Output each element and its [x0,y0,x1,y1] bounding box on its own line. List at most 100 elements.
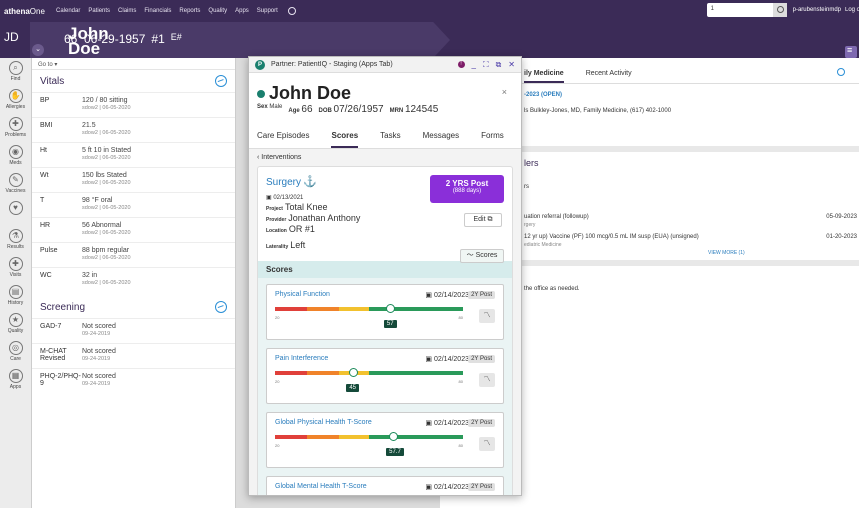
tab-recent-activity[interactable]: Recent Activity [586,66,632,83]
encounter-open[interactable]: -2023 (OPEN) [524,92,562,98]
collapse-chevron-icon[interactable]: ⌄ [32,44,44,56]
scores-button[interactable]: 〜 Scores [460,249,504,263]
chart-icon[interactable]: 〽 [479,437,495,451]
modal-patient: John Doe Sex Male Age 66 DOB 07/26/1957 … [249,73,521,123]
rail-item-quality[interactable]: ★ Quality [0,310,31,338]
score-marker [348,368,358,377]
rail-item-apps[interactable]: ▦ Apps [0,366,31,394]
vitals-value: 98 °F oral [82,197,113,204]
order-item[interactable]: uation referral (followup) [524,214,589,220]
hand-icon: ✋ [8,89,23,103]
gear-icon[interactable] [287,7,296,15]
vitals-title: Vitals [40,75,65,87]
order-date: 01-20-2023 [826,234,857,240]
vitals-source: sdow2 | 06-05-2020 [82,280,131,286]
rail-item-problems[interactable]: ✚ Problems [0,114,31,142]
vitals-row[interactable]: Wt 150 lbs Stated sdow2 | 06-05-2020 [32,167,235,192]
tab-messages[interactable]: Messages [423,131,459,140]
vitals-list: BP 120 / 80 sitting sdow2 | 06-05-2020 BMI 2… [32,92,235,292]
rail-item-find[interactable]: ⌕ Find [0,58,31,86]
modal-body: ‹ Interventions Surgery ⚓ 2 YRS Post (888… [249,149,521,495]
rail-label: Vaccines [5,188,26,194]
vitals-row[interactable]: WC 32 in sdow2 | 06-05-2020 [32,267,235,292]
close-icon[interactable]: × [502,87,507,97]
clipboard-icon: ▤ [8,285,23,299]
nav-item-reports[interactable]: Reports [179,8,200,14]
anchor-icon: ⚓ [303,176,317,188]
vitals-row[interactable]: BP 120 / 80 sitting sdow2 | 06-05-2020 [32,92,235,117]
nav-menu: Calendar Patients Claims Financials Reports Q… [56,8,286,14]
tab-family-medicine[interactable]: ily Medicine [524,66,564,83]
nav-item-quality[interactable]: Quality [208,8,227,14]
order-item[interactable]: 12 yr up) Vaccine (PF) 100 mcg/0.5 mL IM… [524,234,699,240]
gear-icon[interactable] [837,68,845,76]
interventions-toggle[interactable]: ‹ Interventions [257,149,513,166]
screening-row[interactable]: GAD-7 Not scored 09-24-2019 [32,318,235,343]
search-icon[interactable] [772,3,787,17]
rail-item-meds[interactable]: ◉ Meds [0,142,31,170]
score-date: ▣ 02/14/2023 [425,356,469,363]
rail-item-care[interactable]: ◎ Care [0,338,31,366]
tab-care-episodes[interactable]: Care Episodes [257,131,309,140]
patient-encounter: #1 [151,32,165,46]
trend-icon[interactable] [215,301,227,313]
alert-icon[interactable]: ! [457,61,465,68]
chart-icon[interactable]: 〽 [479,309,495,323]
rail-item-allergies[interactable]: ✋ Allergies [0,86,31,114]
popout-icon[interactable]: ⧉ [496,60,502,70]
goto-dropdown[interactable]: Go to ▾ [32,58,235,70]
nav-item-apps[interactable]: Apps [235,8,249,14]
post-op-badge: 2 YRS Post (888 days) [430,175,504,203]
nav-item-calendar[interactable]: Calendar [56,8,80,14]
chart-icon[interactable]: 〽 [479,373,495,387]
vitals-row[interactable]: BMI 21.5 sdow2 | 06-05-2020 [32,117,235,142]
nav-item-claims[interactable]: Claims [118,8,136,14]
screening-label: GAD-7 [40,323,62,330]
nav-item-support[interactable]: Support [257,8,278,14]
trend-icon[interactable] [215,75,227,87]
modal-patient-meta: Sex Male Age 66 DOB 07/26/1957 MRN 12454… [257,104,439,115]
rail-item-vaccines[interactable]: ✎ Vaccines [0,170,31,198]
score-value: 57 [383,320,397,328]
close-icon[interactable]: ✕ [508,60,515,69]
vitals-row[interactable]: T 98 °F oral sdow2 | 06-05-2020 [32,192,235,217]
score-ticks: 20 80 [275,315,463,320]
view-more-link[interactable]: VIEW MORE (1) [708,250,745,256]
patient-name[interactable]: John Doe [68,25,109,57]
orders-title: lers [524,158,539,168]
nav-item-financials[interactable]: Financials [144,8,171,14]
search-icon: ⌕ [8,61,23,75]
tab-tasks[interactable]: Tasks [380,131,400,140]
edit-button[interactable]: Edit ⧉ [464,213,502,227]
vitals-source: sdow2 | 06-05-2020 [82,230,131,236]
provider-info: ls Bulkley-Jones, MD, Family Medicine, (… [524,108,672,114]
logout-link[interactable]: Log o [845,7,859,13]
surgery-card: Surgery ⚓ 2 YRS Post (888 days) ▣ 02/13/2… [258,167,512,263]
patient-initials: JD [4,30,19,44]
rail-item-visits[interactable]: ✚ Visits [0,254,31,282]
vitals-row[interactable]: Pulse 88 bpm regular sdow2 | 06-05-2020 [32,242,235,267]
expand-icon[interactable]: ⛶ [483,60,489,70]
screening-row[interactable]: M-CHAT Revised Not scored 09-24-2019 [32,343,235,368]
nav-item-patients[interactable]: Patients [88,8,110,14]
screening-row[interactable]: PHQ-2/PHQ-9 Not scored 09-24-2019 [32,368,235,393]
minimize-icon[interactable]: _ [472,60,476,69]
vitals-source: sdow2 | 06-05-2020 [82,130,131,136]
rail-item-results[interactable]: ⚗ Results [0,226,31,254]
banner-menu-button[interactable] [845,45,857,58]
vitals-row[interactable]: Ht 5 ft 10 in Stated sdow2 | 06-05-2020 [32,142,235,167]
brand-logo[interactable]: athenaOne [0,7,56,16]
screening-label: M-CHAT Revised [40,348,67,362]
tab-scores[interactable]: Scores [331,131,359,148]
department-search[interactable]: 1 [706,3,787,17]
surgery-title[interactable]: Surgery [266,177,301,188]
rail-label: Find [10,76,21,82]
order-date: 05-09-2023 [826,214,857,220]
chart-panel: Go to ▾ Vitals BP 120 / 80 sitting sdow2 |… [32,58,236,508]
rail-item-history[interactable]: ▤ History [0,282,31,310]
tab-forms[interactable]: Forms [481,131,504,140]
rail-item-health[interactable]: ♥ [0,198,31,226]
score-card: Global Mental Health T-Score ▣ 02/14/2023… [266,476,504,495]
vitals-row[interactable]: HR 56 Abnormal sdow2 | 06-05-2020 [32,217,235,242]
username[interactable]: p-arubensteinmdp [793,7,841,13]
